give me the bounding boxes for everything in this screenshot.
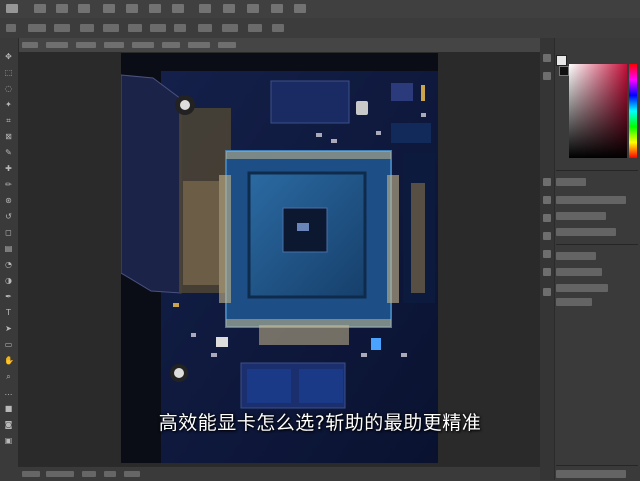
dodge-icon[interactable]: ◑	[4, 276, 13, 285]
layer-footer-icons[interactable]	[556, 470, 626, 478]
eraser-icon[interactable]: ◻	[4, 228, 13, 237]
document-tab[interactable]	[76, 42, 96, 48]
move-icon[interactable]: ✥	[4, 52, 13, 61]
layer-row[interactable]	[556, 298, 592, 306]
edit-toolbar-icon[interactable]: …	[4, 388, 13, 397]
menu-item-layer[interactable]	[103, 4, 115, 13]
panel-control[interactable]	[556, 228, 616, 236]
history-brush-icon[interactable]: ↺	[4, 212, 13, 221]
status-info	[82, 471, 96, 477]
panel-icon[interactable]	[543, 178, 551, 186]
layer-row[interactable]	[556, 252, 596, 260]
panel-control[interactable]	[556, 196, 626, 204]
panel-control[interactable]	[556, 212, 606, 220]
panel-icon[interactable]	[543, 268, 551, 276]
document-tab[interactable]	[46, 42, 68, 48]
option-control[interactable]	[80, 24, 94, 32]
background-color-swatch[interactable]	[559, 66, 569, 76]
panel-icon[interactable]	[543, 250, 551, 258]
pen-icon[interactable]: ✒	[4, 292, 13, 301]
shape-icon[interactable]: ▭	[4, 340, 13, 349]
document-tab[interactable]	[188, 42, 210, 48]
zoom-field[interactable]	[22, 471, 40, 477]
crop-icon[interactable]: ⌗	[4, 116, 13, 125]
document-tab[interactable]	[104, 42, 124, 48]
menu-item-type[interactable]	[126, 4, 138, 13]
option-control[interactable]	[222, 24, 238, 32]
status-info	[124, 471, 140, 477]
layer-row[interactable]	[556, 284, 608, 292]
document-canvas[interactable]	[121, 53, 438, 463]
document-tab-bar	[18, 38, 540, 53]
gradient-icon[interactable]: ▤	[4, 244, 13, 253]
menu-item-edit[interactable]	[56, 4, 68, 13]
doc-info	[46, 471, 74, 477]
option-control[interactable]	[54, 24, 70, 32]
frame-icon[interactable]: ⊠	[4, 132, 13, 141]
panel-icon[interactable]	[543, 72, 551, 80]
menu-item-image[interactable]	[78, 4, 90, 13]
app-logo-icon[interactable]	[6, 4, 18, 13]
menu-item-help[interactable]	[294, 4, 306, 13]
status-bar	[18, 466, 540, 481]
option-control[interactable]	[128, 24, 142, 32]
options-bar	[0, 18, 640, 39]
panel-icon[interactable]	[543, 288, 551, 296]
document-tab[interactable]	[22, 42, 38, 48]
panel-divider	[556, 244, 638, 245]
option-control[interactable]	[174, 24, 186, 32]
document-tab[interactable]	[218, 42, 236, 48]
panel-icon-strip	[540, 38, 555, 480]
path-select-icon[interactable]: ➤	[4, 324, 13, 333]
blur-icon[interactable]: ◔	[4, 260, 13, 269]
option-control[interactable]	[248, 24, 262, 32]
zoom-icon[interactable]: ⌕	[4, 372, 13, 381]
menu-item-file[interactable]	[34, 4, 46, 13]
hand-icon[interactable]: ✋	[4, 356, 14, 365]
foreground-color-swatch[interactable]	[556, 55, 567, 66]
color-picker-field[interactable]	[569, 64, 627, 158]
option-control[interactable]	[198, 24, 212, 32]
option-control[interactable]	[103, 24, 119, 32]
healing-icon[interactable]: ✚	[4, 164, 13, 173]
quick-select-icon[interactable]: ✦	[4, 100, 13, 109]
menu-item-window[interactable]	[271, 4, 283, 13]
panel-icon[interactable]	[543, 196, 551, 204]
lasso-icon[interactable]: ◌	[4, 84, 13, 93]
brush-icon[interactable]: ✏	[4, 180, 13, 189]
menu-item-view[interactable]	[223, 4, 235, 13]
option-control[interactable]	[150, 24, 166, 32]
status-info	[104, 471, 116, 477]
tools-panel: ✥ ⬚ ◌ ✦ ⌗ ⊠ ✎ ✚ ✏ ⊛ ↺ ◻ ▤ ◔ ◑ ✒ T ➤ ▭ ✋ ⌕… ■ ◙ ▣	[0, 38, 19, 466]
type-icon[interactable]: T	[4, 308, 13, 317]
hue-slider[interactable]	[629, 64, 637, 158]
option-control[interactable]	[28, 24, 46, 32]
gpu-board-image	[121, 71, 438, 463]
document-tab[interactable]	[132, 42, 154, 48]
panel-icon[interactable]	[543, 54, 551, 62]
menu-bar	[0, 0, 640, 19]
marquee-icon[interactable]: ⬚	[4, 68, 13, 77]
clone-stamp-icon[interactable]: ⊛	[4, 196, 13, 205]
screen-mode-icon[interactable]: ▣	[4, 436, 13, 445]
tool-preset-icon[interactable]	[6, 24, 16, 32]
eyedropper-icon[interactable]: ✎	[4, 148, 13, 157]
menu-item-3d[interactable]	[199, 4, 211, 13]
menu-item-select[interactable]	[149, 4, 161, 13]
panel-divider	[556, 465, 638, 466]
panel-icon[interactable]	[543, 232, 551, 240]
menu-item-plugins[interactable]	[247, 4, 259, 13]
panel-tab[interactable]	[556, 178, 586, 186]
layer-row[interactable]	[556, 268, 602, 276]
option-control[interactable]	[272, 24, 284, 32]
panel-divider	[556, 170, 638, 171]
panel-icon[interactable]	[543, 214, 551, 222]
document-tab[interactable]	[162, 42, 180, 48]
menu-item-filter[interactable]	[172, 4, 184, 13]
